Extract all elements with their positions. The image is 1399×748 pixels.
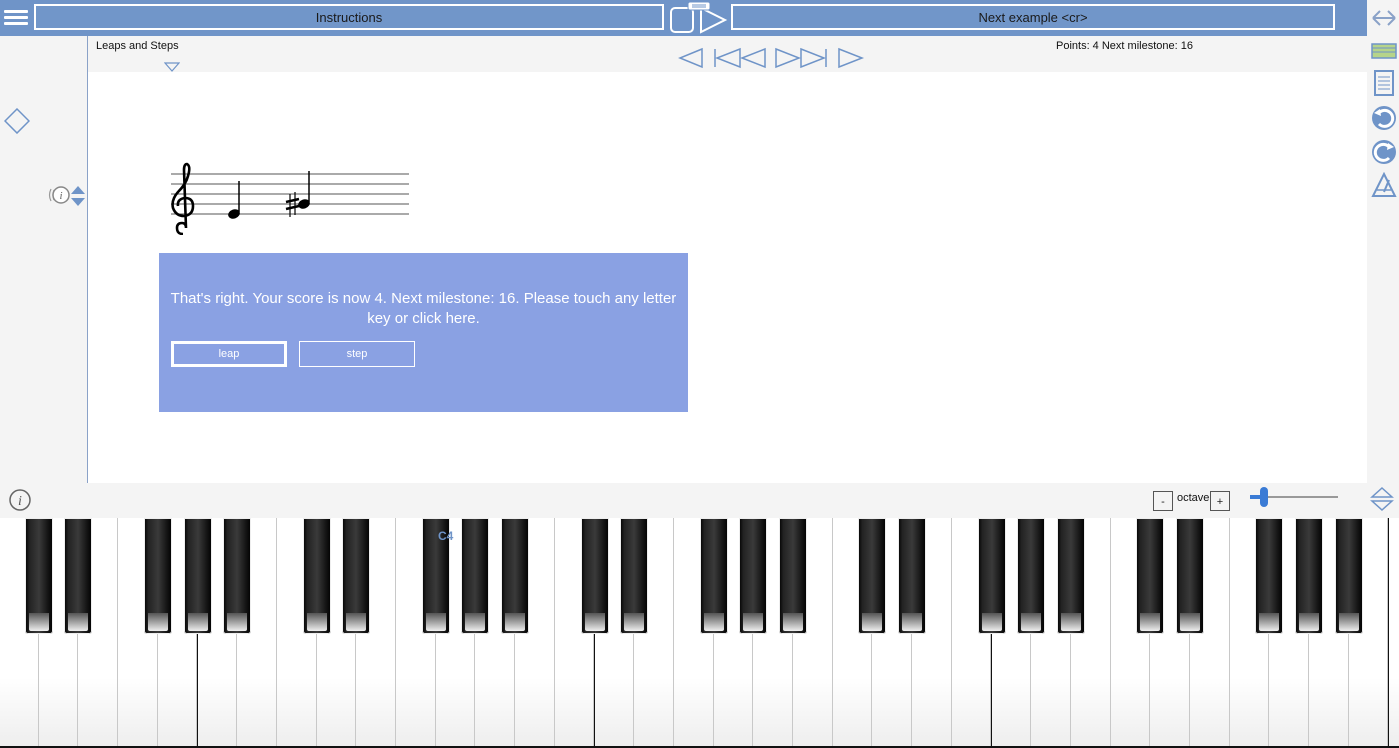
info-sound-icon[interactable]: i	[46, 185, 72, 205]
black-key[interactable]	[580, 518, 609, 634]
black-key[interactable]	[1334, 518, 1363, 634]
volume-slider-thumb[interactable]	[1260, 487, 1268, 507]
black-key[interactable]	[342, 518, 371, 634]
black-key[interactable]	[302, 518, 331, 634]
black-key[interactable]	[183, 518, 212, 634]
chevron-down-icon[interactable]	[164, 62, 180, 72]
music-staff	[171, 162, 409, 235]
black-key[interactable]	[143, 518, 172, 634]
undo-icon[interactable]	[1371, 105, 1397, 131]
points-status: Points: 4 Next milestone: 16	[1056, 40, 1193, 52]
black-key[interactable]	[223, 518, 252, 634]
black-key[interactable]	[1295, 518, 1324, 634]
diamond-icon[interactable]	[4, 108, 30, 134]
expand-horizontal-icon[interactable]	[1371, 5, 1397, 31]
black-key[interactable]	[1255, 518, 1284, 634]
left-panel	[0, 36, 88, 483]
middle-c-label: C4	[438, 529, 454, 543]
black-key[interactable]	[1017, 518, 1046, 634]
instructions-button[interactable]: Instructions	[34, 4, 664, 30]
resize-vertical-icon[interactable]	[70, 185, 86, 207]
black-key[interactable]	[739, 518, 768, 634]
black-key[interactable]	[501, 518, 530, 634]
black-key[interactable]	[1176, 518, 1204, 634]
black-key[interactable]	[977, 518, 1006, 634]
black-key[interactable]	[620, 518, 649, 634]
black-key[interactable]	[779, 518, 807, 634]
feedback-panel[interactable]: That's right. Your score is now 4. Next …	[159, 253, 688, 412]
black-key[interactable]	[898, 518, 927, 634]
next-icon[interactable]	[838, 47, 865, 69]
black-key[interactable]	[1056, 518, 1085, 634]
collapse-keyboard-icon[interactable]	[1369, 486, 1395, 512]
metronome-icon[interactable]	[1371, 172, 1397, 198]
step-answer-button[interactable]: step	[299, 341, 415, 367]
black-key[interactable]	[858, 518, 887, 634]
black-key[interactable]	[1136, 518, 1165, 634]
lesson-title[interactable]: Leaps and Steps	[96, 40, 179, 52]
black-key[interactable]	[24, 518, 53, 634]
staff-view-icon[interactable]	[1371, 38, 1397, 64]
svg-text:i: i	[59, 190, 62, 202]
piano-keyboard	[0, 518, 1399, 748]
leap-answer-button[interactable]: leap	[171, 341, 287, 367]
black-key[interactable]	[461, 518, 490, 634]
last-icon[interactable]	[775, 47, 827, 69]
redo-icon[interactable]	[1371, 139, 1397, 165]
info-icon[interactable]: i	[8, 488, 32, 512]
top-bar: Instructions Next example <cr>	[0, 0, 1367, 36]
previous-icon[interactable]	[678, 47, 703, 69]
hamburger-menu-icon[interactable]	[4, 7, 28, 29]
right-toolbar	[1367, 0, 1399, 520]
octave-label: octave	[1177, 492, 1210, 504]
octave-up-button[interactable]: +	[1210, 491, 1230, 511]
note-2[interactable]	[297, 171, 311, 210]
navigation-controls	[678, 47, 865, 69]
next-example-button[interactable]: Next example <cr>	[731, 4, 1335, 30]
svg-text:i: i	[18, 494, 22, 509]
page-view-icon[interactable]	[1371, 70, 1397, 96]
white-key[interactable]	[1388, 518, 1399, 746]
play-icon[interactable]	[668, 2, 728, 34]
black-key[interactable]	[699, 518, 728, 634]
note-1[interactable]	[227, 181, 241, 220]
first-icon[interactable]	[714, 47, 766, 69]
feedback-message[interactable]: That's right. Your score is now 4. Next …	[169, 289, 678, 329]
octave-down-button[interactable]: -	[1153, 491, 1173, 511]
black-key[interactable]	[64, 518, 93, 634]
